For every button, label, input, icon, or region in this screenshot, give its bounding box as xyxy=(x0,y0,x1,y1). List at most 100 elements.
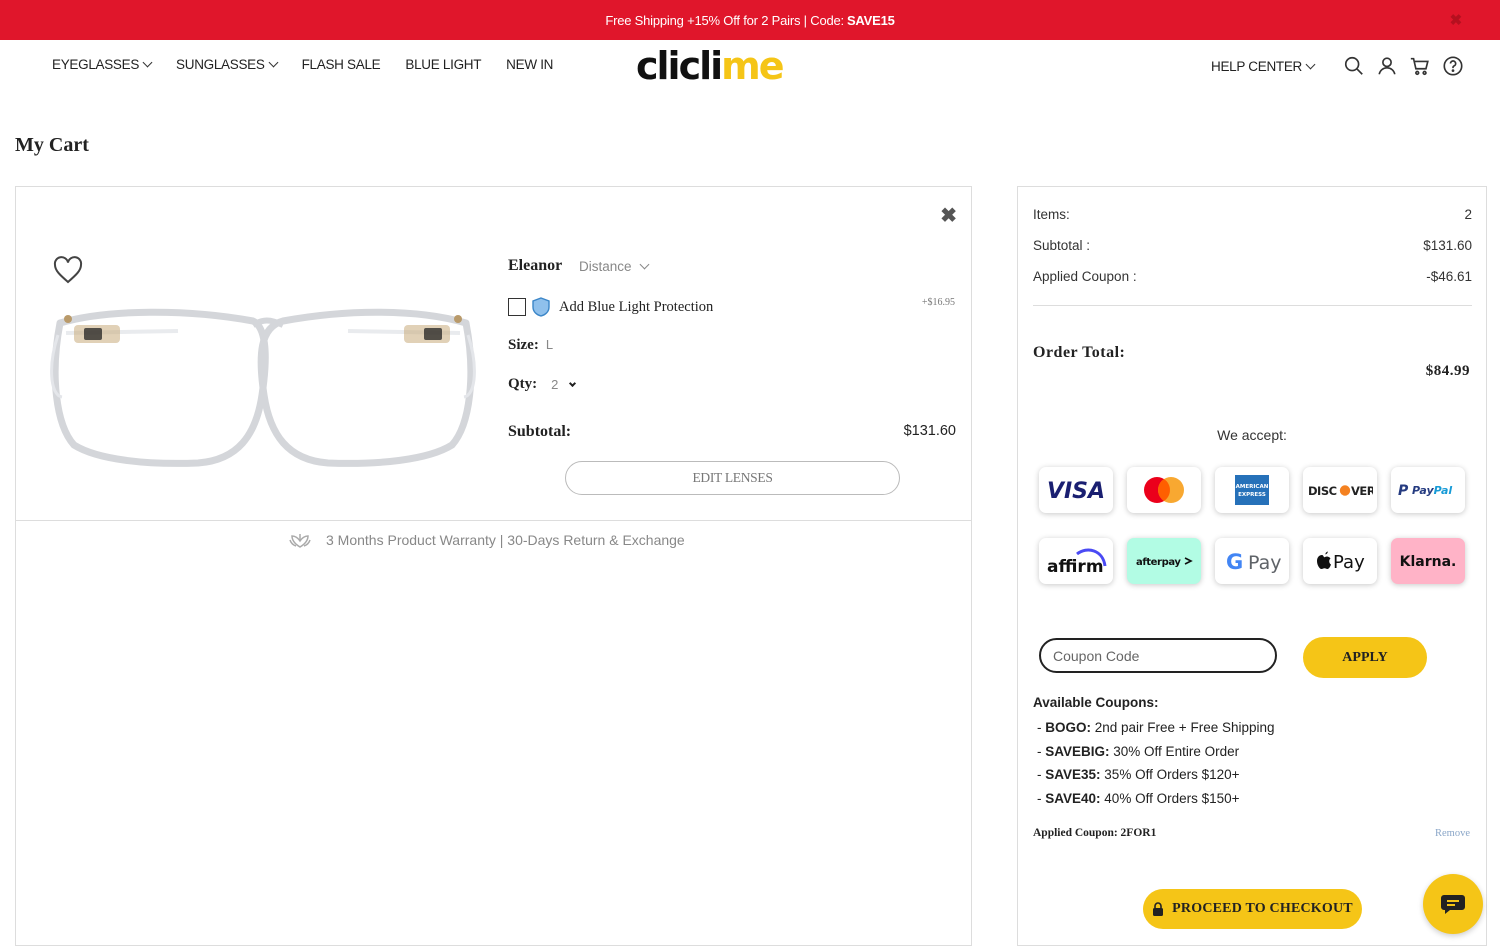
edit-lenses-button[interactable]: EDIT LENSES xyxy=(565,461,900,495)
help-center-menu[interactable]: HELP CENTER xyxy=(1211,58,1316,74)
order-summary-panel: Items: 2 Subtotal : $131.60 Applied Coup… xyxy=(1017,186,1487,946)
warranty-text: 3 Months Product Warranty | 30-Days Retu… xyxy=(326,532,685,548)
coupon-item: - SAVEBIG: 30% Off Entire Order xyxy=(1037,743,1240,759)
nav-item-new-in[interactable]: NEW IN xyxy=(506,57,553,72)
product-image[interactable] xyxy=(38,295,488,470)
promo-banner: Free Shipping +15% Off for 2 Pairs | Cod… xyxy=(0,0,1500,40)
we-accept-label: We accept: xyxy=(1217,427,1287,443)
cart-icon[interactable] xyxy=(1409,55,1431,77)
chevron-down-icon[interactable] xyxy=(569,379,577,387)
coupon-desc: 30% Off Entire Order xyxy=(1113,743,1240,759)
site-logo[interactable]: cliclime xyxy=(636,44,785,88)
qty-row: Qty: 2 xyxy=(508,376,577,393)
nav-item-label: SUNGLASSES xyxy=(176,57,265,72)
blue-light-label: Add Blue Light Protection xyxy=(559,298,714,315)
google-pay-icon: G Pay xyxy=(1215,538,1289,584)
nav-item-label: BLUE LIGHT xyxy=(405,57,482,72)
promo-text: Free Shipping +15% Off for 2 Pairs | Cod… xyxy=(605,12,844,28)
chevron-down-icon xyxy=(1305,59,1316,69)
remove-item-button[interactable]: ✖ xyxy=(940,203,957,228)
size-row: Size: L xyxy=(508,337,553,354)
coupon-desc: 35% Off Orders $120+ xyxy=(1104,767,1240,782)
qty-value[interactable]: 2 xyxy=(551,377,558,392)
search-icon[interactable] xyxy=(1343,55,1365,77)
item-subtotal-row: Subtotal: $131.60 xyxy=(508,423,956,441)
coupon-code: BOGO: xyxy=(1045,720,1091,735)
summary-coupon-label: Applied Coupon : xyxy=(1033,269,1137,284)
available-coupons-heading: Available Coupons: xyxy=(1033,695,1159,710)
visa-icon: VISA xyxy=(1039,467,1113,513)
svg-text:G: G xyxy=(1226,550,1243,574)
cart-item: ✖ Eleanor Distance Add Blue Light Protec… xyxy=(16,187,971,521)
summary-items-value: 2 xyxy=(1464,207,1472,222)
coupon-code: SAVE35: xyxy=(1045,767,1101,782)
summary-subtotal-label: Subtotal : xyxy=(1033,238,1091,253)
payment-methods: VISA AMERICAN EXPRESS DISC VER P PayPal aff… xyxy=(1039,467,1465,584)
apple-pay-icon: Pay xyxy=(1303,538,1377,584)
coupon-item: - SAVE35: 35% Off Orders $120+ xyxy=(1037,767,1240,782)
help-center-label: HELP CENTER xyxy=(1211,58,1302,74)
checkout-label: PROCEED TO CHECKOUT xyxy=(1172,901,1353,916)
summary-subtotal-row: Subtotal : $131.60 xyxy=(1033,238,1472,253)
summary-coupon-row: Applied Coupon : -$46.61 xyxy=(1033,269,1472,284)
nav-item-flash-sale[interactable]: FLASH SALE xyxy=(302,57,381,72)
lens-type-select[interactable]: Distance xyxy=(579,259,649,274)
help-icon[interactable] xyxy=(1442,55,1464,77)
available-coupons: Available Coupons: - BOGO: 2nd pair Free… xyxy=(1033,695,1275,810)
nav-item-eyeglasses[interactable]: EYEGLASSES xyxy=(52,57,153,72)
item-subtotal-label: Subtotal: xyxy=(508,423,572,440)
svg-text:Klarna.: Klarna. xyxy=(1400,554,1457,570)
remove-coupon-link[interactable]: Remove xyxy=(1435,828,1470,839)
blue-light-checkbox[interactable] xyxy=(508,298,526,316)
lock-icon xyxy=(1153,902,1164,916)
svg-text:Pay: Pay xyxy=(1333,552,1365,573)
paypal-icon: P PayPal xyxy=(1391,467,1465,513)
promo-code: SAVE15 xyxy=(846,12,895,28)
summary-items-row: Items: 2 xyxy=(1033,207,1472,222)
coupon-code: SAVEBIG: xyxy=(1045,743,1110,759)
klarna-icon: Klarna. xyxy=(1391,538,1465,584)
svg-text:Pay: Pay xyxy=(1248,552,1282,574)
svg-text:AMERICAN: AMERICAN xyxy=(1236,484,1269,490)
svg-text:VER: VER xyxy=(1351,484,1373,498)
coupon-desc: 2nd pair Free + Free Shipping xyxy=(1094,720,1275,735)
afterpay-icon: afterpay xyxy=(1127,538,1201,584)
nav-item-blue-light[interactable]: BLUE LIGHT xyxy=(405,57,481,72)
svg-text:PayPal: PayPal xyxy=(1412,484,1452,497)
user-icon[interactable] xyxy=(1376,55,1398,77)
nav-item-label: FLASH SALE xyxy=(301,57,381,72)
svg-text:afterpay: afterpay xyxy=(1136,557,1181,568)
size-value: L xyxy=(545,337,554,352)
logo-text-dark: clicli xyxy=(636,44,723,88)
item-subtotal-value: $131.60 xyxy=(903,423,956,439)
warranty-icon xyxy=(289,534,311,548)
chevron-down-icon xyxy=(268,57,279,68)
mastercard-icon xyxy=(1127,467,1201,513)
nav-actions: HELP CENTER xyxy=(1211,55,1464,77)
summary-subtotal-value: $131.60 xyxy=(1423,238,1472,253)
svg-text:affirm: affirm xyxy=(1047,557,1104,577)
product-name[interactable]: Eleanor xyxy=(508,257,562,275)
nav-item-label: NEW IN xyxy=(506,57,554,72)
proceed-to-checkout-button[interactable]: PROCEED TO CHECKOUT xyxy=(1143,889,1362,929)
amex-icon: AMERICAN EXPRESS xyxy=(1215,467,1289,513)
coupon-code: SAVE40: xyxy=(1045,790,1101,806)
chat-button[interactable] xyxy=(1423,874,1483,934)
cart-panel: ✖ Eleanor Distance Add Blue Light Protec… xyxy=(15,186,972,946)
apply-coupon-button[interactable]: APPLY xyxy=(1303,637,1427,678)
coupon-item: - BOGO: 2nd pair Free + Free Shipping xyxy=(1037,720,1275,735)
order-total-value: $84.99 xyxy=(1425,363,1470,379)
discover-icon: DISC VER xyxy=(1303,467,1377,513)
nav-item-sunglasses[interactable]: SUNGLASSES xyxy=(176,57,279,72)
heart-icon[interactable] xyxy=(52,255,84,285)
summary-items-label: Items: xyxy=(1033,207,1070,222)
qty-label: Qty: xyxy=(508,376,538,392)
warranty-info: 3 Months Product Warranty | 30-Days Retu… xyxy=(288,531,685,549)
coupon-item: - SAVE40: 40% Off Orders $150+ xyxy=(1037,790,1240,806)
order-total-label: Order Total: xyxy=(1033,344,1126,361)
promo-close-button[interactable]: ✖ xyxy=(1450,11,1463,29)
logo-text-yellow: me xyxy=(721,44,784,88)
coupon-code-input[interactable] xyxy=(1039,638,1277,673)
affirm-icon: affirm xyxy=(1039,538,1113,584)
nav-menu: EYEGLASSES SUNGLASSES FLASH SALE BLUE LI… xyxy=(52,57,578,72)
